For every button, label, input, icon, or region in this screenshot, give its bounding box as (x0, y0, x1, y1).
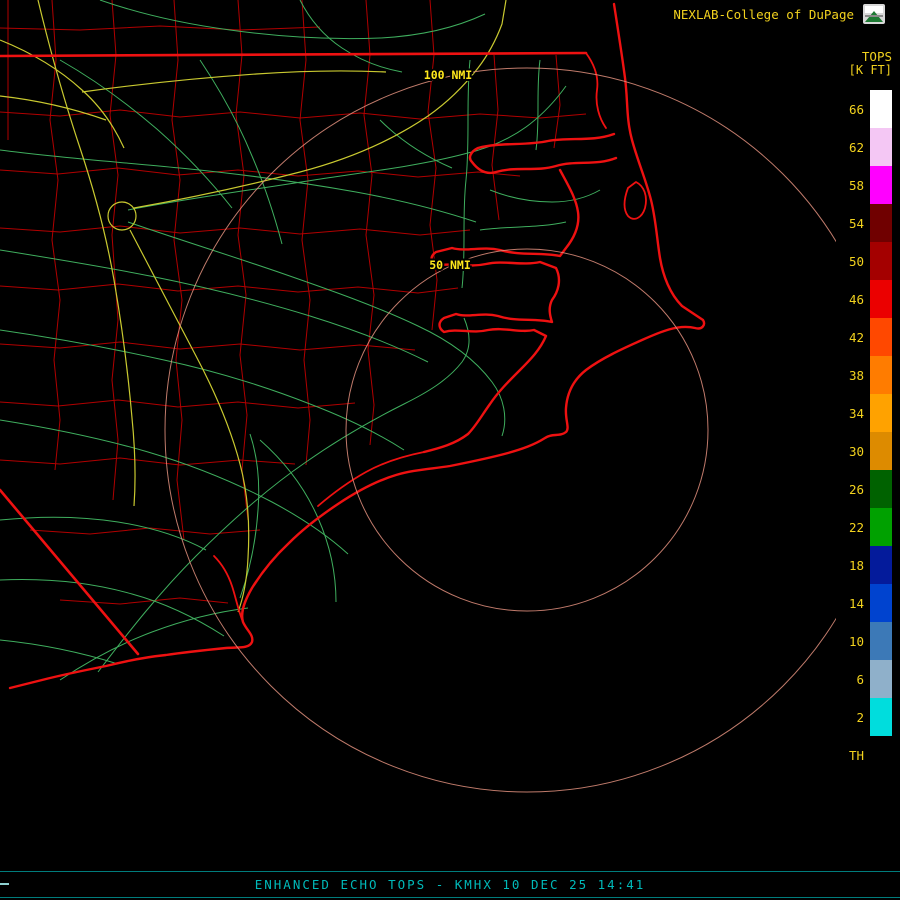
legend-entry-label: 58 (840, 178, 864, 193)
ring-label-inner: 50 NMI (429, 258, 471, 272)
road-lines (0, 0, 600, 680)
legend-entry: 6 (840, 660, 892, 698)
pamlico-shore-rivers (424, 170, 578, 452)
legend-units: [K FT] (849, 63, 892, 77)
legend-entry-swatch (870, 356, 892, 394)
legend-entry-swatch (870, 660, 892, 698)
radar-viewer: 50 NMI 100 NMI NEXLAB-College of DuPage … (0, 0, 900, 900)
legend-entry-label: 10 (840, 634, 864, 649)
va-nc-border (0, 53, 586, 56)
legend-entry-label: 54 (840, 216, 864, 231)
bogue-sound-shore (318, 452, 424, 506)
cape-fear-river (214, 556, 243, 622)
legend-entry-label: 34 (840, 406, 864, 421)
legend-entry-swatch (870, 470, 892, 508)
range-ring-inner (346, 249, 708, 611)
range-rings (165, 68, 889, 792)
legend-entry-label: TH (840, 748, 864, 763)
legend-entry-swatch (870, 318, 892, 356)
nc-sc-border (0, 490, 138, 654)
legend-entry-label: 26 (840, 482, 864, 497)
legend-entry: 54 (840, 204, 892, 242)
legend-entry-label: 2 (840, 710, 864, 725)
roanoke-island (625, 182, 646, 219)
legend-entry-label: 62 (840, 140, 864, 155)
legend-entry: 62 (840, 128, 892, 166)
cod-logo-icon (862, 3, 886, 25)
legend-entry: 30 (840, 432, 892, 470)
legend-entry-swatch (870, 90, 892, 128)
legend-entry-swatch (870, 622, 892, 660)
status-text: ENHANCED ECHO TOPS - KMHX 10 DEC 25 14:4… (0, 877, 900, 892)
legend-entry-swatch (870, 128, 892, 166)
legend-entry-swatch (870, 432, 892, 470)
legend-entry: 34 (840, 394, 892, 432)
legend-entry-swatch (870, 204, 892, 242)
legend-entry-label: 30 (840, 444, 864, 459)
legend-entry-label: 6 (840, 672, 864, 687)
legend-entry-label: 38 (840, 368, 864, 383)
currituck-sound-shore (586, 53, 606, 128)
legend-entry: 2 (840, 698, 892, 736)
brand-text: NEXLAB-College of DuPage (673, 7, 854, 22)
legend-entry-label: 66 (840, 102, 864, 117)
legend-entry: 50 (840, 242, 892, 280)
legend-entry-swatch (870, 698, 892, 736)
outer-banks-and-south-coast (10, 4, 704, 688)
legend-title: TOPS (862, 49, 892, 64)
legend-entry-label: 18 (840, 558, 864, 573)
legend-entry-label: 42 (840, 330, 864, 345)
legend-entry: 14 (840, 584, 892, 622)
legend-entry: 38 (840, 356, 892, 394)
legend-entry: 22 (840, 508, 892, 546)
legend-entry-swatch (870, 394, 892, 432)
range-ring-outer (165, 68, 889, 792)
legend-entry-swatch (870, 736, 892, 774)
legend-entry-swatch (870, 546, 892, 584)
legend-entry: 42 (840, 318, 892, 356)
legend-entry: 26 (840, 470, 892, 508)
legend-entry-label: 14 (840, 596, 864, 611)
legend-entry: TH (840, 736, 892, 774)
ring-label-outer: 100 NMI (424, 68, 472, 82)
legend-entry-swatch (870, 280, 892, 318)
legend-entry: 18 (840, 546, 892, 584)
ring-labels: 50 NMI 100 NMI (424, 68, 472, 272)
legend-entry-swatch (870, 242, 892, 280)
status-left-tick (0, 883, 9, 885)
legend-scale: 66625854504642383430262218141062TH (840, 90, 892, 774)
legend-entry-swatch (870, 584, 892, 622)
legend-entry-label: 22 (840, 520, 864, 535)
legend-entry-label: 50 (840, 254, 864, 269)
status-divider-bottom (0, 897, 900, 898)
status-divider-top (0, 871, 900, 872)
legend-entry: 58 (840, 166, 892, 204)
legend-entry-label: 46 (840, 292, 864, 307)
legend-entry: 66 (840, 90, 892, 128)
legend-entry-swatch (870, 166, 892, 204)
legend-entry: 10 (840, 622, 892, 660)
radar-map: 50 NMI 100 NMI (0, 0, 900, 900)
legend-entry: 46 (840, 280, 892, 318)
legend-entry-swatch (870, 508, 892, 546)
